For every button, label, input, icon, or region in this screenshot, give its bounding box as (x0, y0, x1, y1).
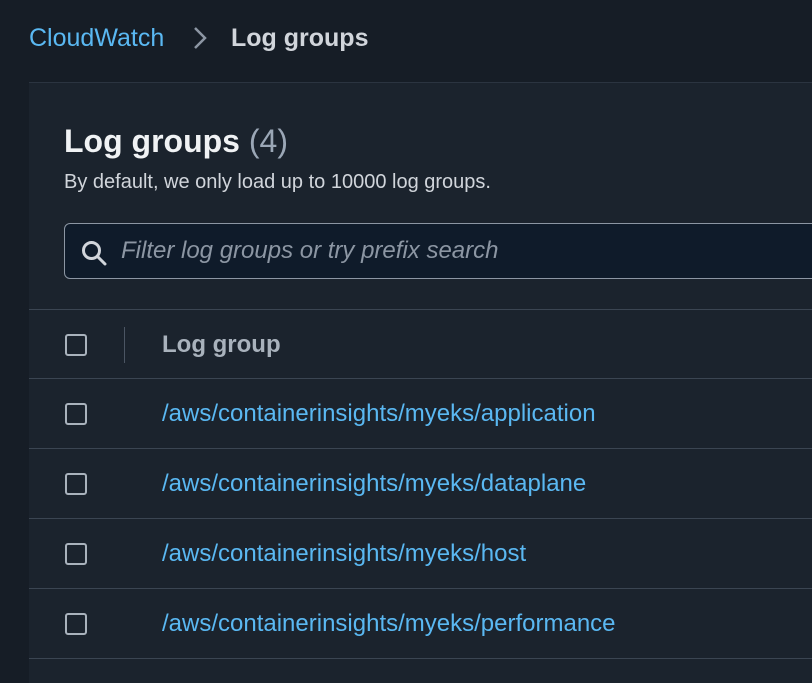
log-groups-panel: Log groups (4) By default, we only load … (29, 82, 812, 683)
search-input[interactable] (121, 224, 812, 278)
row-checkbox[interactable] (65, 543, 87, 565)
column-header-log-group[interactable]: Log group (162, 329, 281, 361)
log-group-link[interactable]: /aws/containerinsights/myeks/dataplane (162, 469, 586, 499)
search-box[interactable] (64, 223, 812, 279)
panel-description: By default, we only load up to 10000 log… (64, 171, 491, 193)
row-checkbox[interactable] (65, 473, 87, 495)
select-all-checkbox[interactable] (65, 334, 87, 356)
column-divider[interactable] (124, 327, 125, 363)
table-row: /aws/containerinsights/myeks/host (29, 519, 812, 589)
table-header: Log group (29, 309, 812, 379)
log-groups-table: Log group /aws/containerinsights/myeks/a… (29, 309, 812, 659)
breadcrumb-current: Log groups (231, 24, 369, 52)
search-icon (82, 241, 107, 266)
table-row: /aws/containerinsights/myeks/dataplane (29, 449, 812, 519)
log-group-count: (4) (248, 123, 288, 159)
breadcrumb: CloudWatch Log groups (0, 0, 812, 80)
breadcrumb-cloudwatch-link[interactable]: CloudWatch (29, 22, 164, 54)
page-title: Log groups (4) (64, 121, 288, 161)
table-row: /aws/containerinsights/myeks/application (29, 379, 812, 449)
row-checkbox[interactable] (65, 613, 87, 635)
log-group-link[interactable]: /aws/containerinsights/myeks/host (162, 539, 526, 569)
table-row: /aws/containerinsights/myeks/performance (29, 589, 812, 659)
log-group-link[interactable]: /aws/containerinsights/myeks/performance (162, 609, 616, 639)
chevron-right-icon (194, 27, 207, 49)
log-group-link[interactable]: /aws/containerinsights/myeks/application (162, 399, 596, 429)
page-title-text: Log groups (64, 123, 240, 159)
row-checkbox[interactable] (65, 403, 87, 425)
